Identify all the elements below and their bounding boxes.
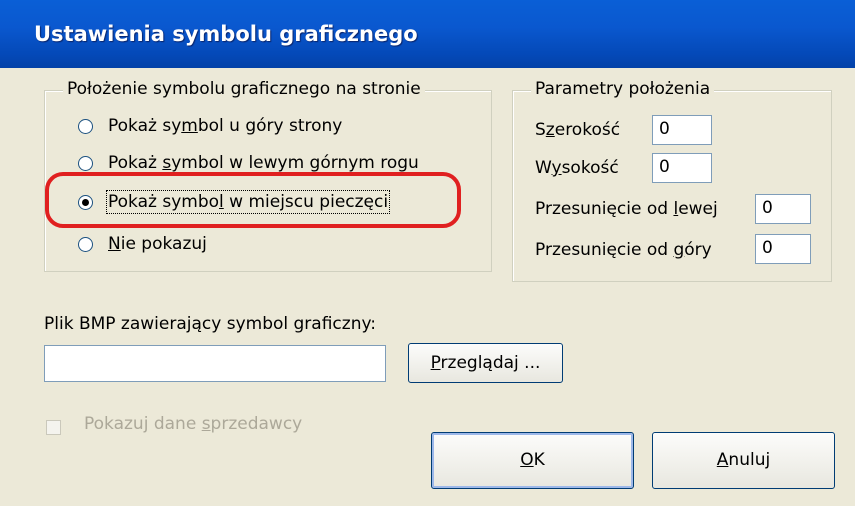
width-label: Szerokość xyxy=(535,120,621,140)
radio-button[interactable] xyxy=(78,237,93,252)
radio-label: Pokaż symbol u góry strony xyxy=(108,116,343,136)
width-input[interactable]: 0 xyxy=(652,115,712,145)
radio-button[interactable] xyxy=(78,119,93,134)
offset-left-label: Przesunięcie od lewej xyxy=(535,199,718,219)
height-label: Wysokość xyxy=(535,158,619,178)
window-title: Ustawienia symbolu graficznego xyxy=(34,22,418,46)
bmp-path-input[interactable] xyxy=(44,345,386,382)
bmp-label: Plik BMP zawierający symbol graficzny: xyxy=(44,314,377,334)
offset-top-label: Przesunięcie od góry xyxy=(535,240,712,260)
radio-button[interactable] xyxy=(78,156,93,171)
seller-data-label: Pokazuj dane sprzedawcy xyxy=(84,414,303,434)
red-highlight-annotation xyxy=(45,172,461,228)
position-group-legend: Położenie symbolu graficznego na stronie xyxy=(63,79,425,99)
offset-top-input[interactable]: 0 xyxy=(755,234,811,264)
cancel-button[interactable]: Anuluj xyxy=(652,432,835,489)
ok-button[interactable]: OK xyxy=(431,432,634,489)
browse-button[interactable]: Przeglądaj ... xyxy=(408,343,563,383)
title-bar[interactable]: Ustawienia symbolu graficznego xyxy=(0,0,855,68)
seller-data-checkbox[interactable] xyxy=(46,420,61,435)
params-group-legend: Parametry położenia xyxy=(531,79,715,99)
radio-label: Nie pokazuj xyxy=(108,234,207,254)
radio-label: Pokaż symbol w lewym górnym rogu xyxy=(108,153,419,173)
height-input[interactable]: 0 xyxy=(652,153,712,183)
offset-left-input[interactable]: 0 xyxy=(755,194,811,224)
